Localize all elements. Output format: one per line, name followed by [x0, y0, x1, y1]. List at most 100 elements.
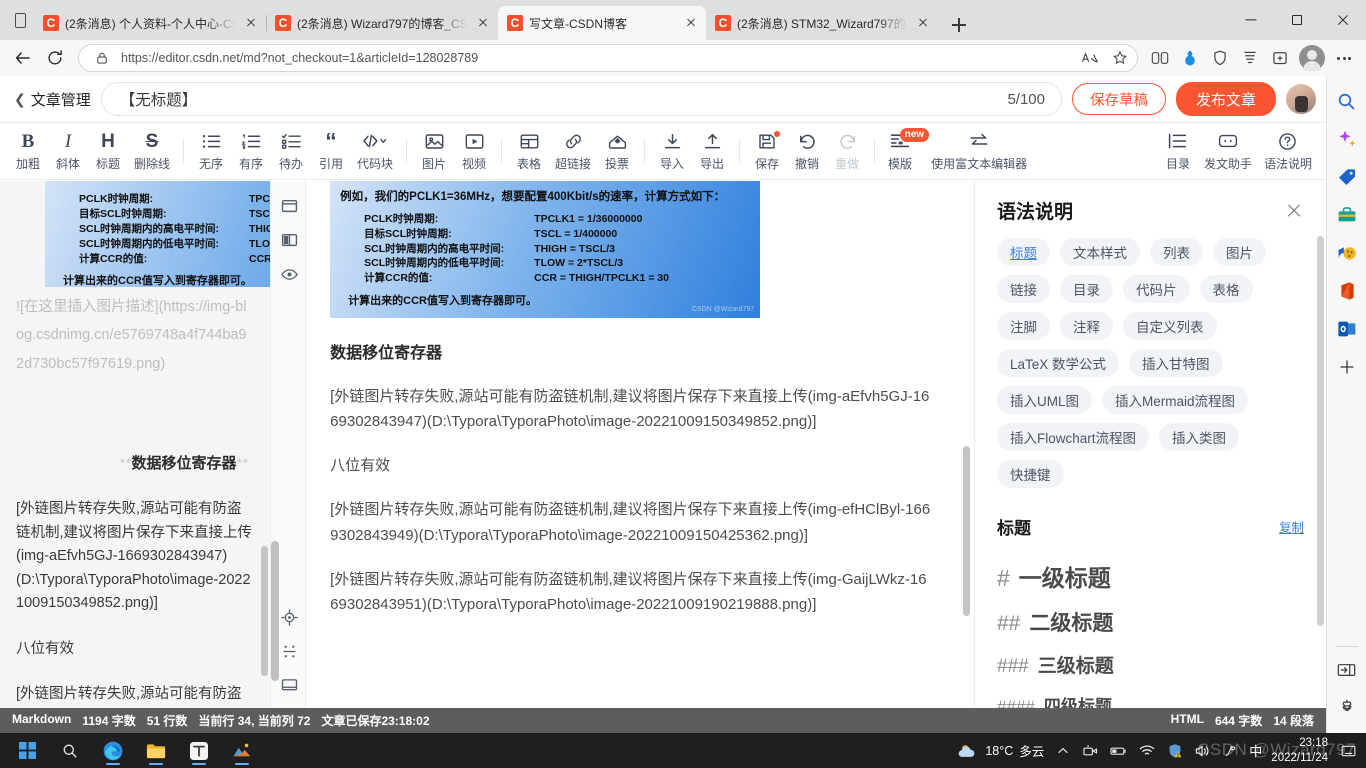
syntax-chip-image[interactable]: 图片: [1213, 238, 1266, 266]
close-icon[interactable]: [1284, 201, 1304, 221]
chevron-up-icon[interactable]: [1053, 741, 1072, 760]
syntax-panel-scrollbar[interactable]: [1317, 236, 1324, 626]
toolbar-heading[interactable]: H 标题: [88, 126, 128, 176]
drag-handle-icon[interactable]: [271, 634, 307, 668]
sync-scroll-icon[interactable]: [271, 600, 307, 634]
syntax-chip-link[interactable]: 链接: [997, 275, 1050, 303]
toolbar-unordered-list[interactable]: 无序: [191, 126, 231, 176]
syntax-chip-text-style[interactable]: 文本样式: [1060, 238, 1140, 266]
browser-tab-active[interactable]: C 写文章-CSDN博客: [498, 6, 706, 40]
tools-icon[interactable]: [1332, 200, 1362, 230]
syntax-chip-custom-list[interactable]: 自定义列表: [1123, 312, 1217, 340]
toolbar-toc[interactable]: 目录: [1158, 126, 1198, 176]
address-bar[interactable]: https://editor.csdn.net/md?not_checkout=…: [78, 44, 1138, 72]
battery-icon[interactable]: [1109, 741, 1128, 760]
close-icon[interactable]: [682, 14, 700, 32]
search-icon[interactable]: [51, 735, 89, 766]
close-icon[interactable]: [914, 14, 932, 32]
maximize-button[interactable]: [1274, 0, 1320, 40]
markdown-source-text[interactable]: PCLK时钟周期: TPCLK1 = 1/36000000 目标SCL时钟周期:…: [0, 181, 271, 708]
settings-gear-icon[interactable]: [1332, 693, 1362, 723]
toolbar-template[interactable]: new 模版: [882, 126, 930, 176]
toolbar-undo[interactable]: 撤销: [787, 126, 827, 176]
split-screen-icon[interactable]: [1146, 44, 1174, 72]
add-icon[interactable]: [1332, 352, 1362, 382]
camera-icon[interactable]: [1081, 741, 1100, 760]
toolbar-todo-list[interactable]: 待办: [271, 126, 311, 176]
back-to-article-management-link[interactable]: ❮ 文章管理: [14, 89, 91, 110]
volume-icon[interactable]: [1193, 741, 1212, 760]
single-column-icon[interactable]: [271, 189, 307, 223]
wifi-icon[interactable]: [1137, 741, 1156, 760]
sidebar-toggle-icon[interactable]: [1332, 655, 1362, 685]
toolbar-italic[interactable]: I 斜体: [48, 126, 88, 176]
publish-article-button[interactable]: 发布文章: [1175, 82, 1276, 116]
browser-tab[interactable]: C (2条消息) Wizard797的博客_CSD: [266, 6, 498, 40]
browser-tab[interactable]: C (2条消息) 个人资料-个人中心-CS: [34, 6, 266, 40]
profile-avatar[interactable]: [1299, 45, 1325, 71]
office-icon[interactable]: [1332, 276, 1362, 306]
syntax-chip-toc[interactable]: 目录: [1060, 275, 1113, 303]
toolbar-syntax-help[interactable]: 语法说明: [1258, 126, 1318, 176]
close-icon[interactable]: [242, 14, 260, 32]
security-warning-icon[interactable]: [1165, 741, 1184, 760]
minimize-button[interactable]: [1228, 0, 1274, 40]
toolbar-redo[interactable]: 重做: [827, 126, 867, 176]
extension-blue-icon[interactable]: [1176, 44, 1204, 72]
pen-icon[interactable]: [1221, 741, 1240, 760]
article-title-input[interactable]: 【无标题】 5/100: [100, 82, 1062, 116]
edge-icon[interactable]: [94, 735, 132, 766]
close-window-button[interactable]: [1320, 0, 1366, 40]
toolbar-rich-text-editor[interactable]: 使用富文本编辑器: [925, 126, 1033, 176]
toolbar-image[interactable]: 图片: [414, 126, 454, 176]
toolbar-bold[interactable]: B 加粗: [8, 126, 48, 176]
syntax-chip-class-diagram[interactable]: 插入类图: [1159, 423, 1240, 451]
syntax-chip-flowchart[interactable]: 插入Flowchart流程图: [997, 423, 1150, 451]
syntax-chip-uml[interactable]: 插入UML图: [997, 386, 1093, 414]
typora-icon[interactable]: [180, 735, 218, 766]
add-collection-icon[interactable]: [1266, 44, 1294, 72]
toolbar-strikethrough[interactable]: S 删除线: [128, 126, 176, 176]
taskbar-clock[interactable]: 23:18 2022/11/24: [1271, 736, 1330, 764]
syntax-chip-heading[interactable]: 标题: [997, 238, 1050, 266]
browser-tab[interactable]: C (2条消息) STM32_Wizard797的博: [706, 6, 938, 40]
more-options-icon[interactable]: [1330, 44, 1358, 72]
toolbar-hyperlink[interactable]: 超链接: [549, 126, 597, 176]
user-avatar[interactable]: [1286, 84, 1316, 114]
toolbar-import[interactable]: 导入: [652, 126, 692, 176]
close-icon[interactable]: [474, 14, 492, 32]
toolbar-vote[interactable]: 投票: [597, 126, 637, 176]
syntax-chip-footnote[interactable]: 注脚: [997, 312, 1050, 340]
syntax-chip-annotation[interactable]: 注释: [1060, 312, 1113, 340]
collections-icon[interactable]: [1236, 44, 1264, 72]
preview-pane[interactable]: 例如，我们的PCLK1=36MHz，想要配置400Kbit/s的速率，计算方式如…: [306, 181, 974, 708]
toolbar-quote[interactable]: “ 引用: [311, 126, 351, 176]
weather-widget[interactable]: 18°C 多云: [957, 741, 1044, 760]
toolbar-post-assistant[interactable]: 发文助手: [1198, 126, 1258, 176]
read-aloud-icon[interactable]: [1079, 47, 1101, 69]
markdown-pane-scrollbar[interactable]: [261, 546, 269, 676]
refresh-icon[interactable]: [40, 43, 70, 73]
search-icon[interactable]: [1332, 86, 1362, 116]
preview-eye-icon[interactable]: [271, 257, 307, 291]
syntax-chip-gantt[interactable]: 插入甘特图: [1129, 349, 1223, 377]
start-icon[interactable]: [8, 735, 46, 766]
file-explorer-icon[interactable]: [137, 735, 175, 766]
toolbar-table[interactable]: 表格: [509, 126, 549, 176]
syntax-chip-list[interactable]: 列表: [1150, 238, 1203, 266]
shopping-tag-icon[interactable]: [1332, 162, 1362, 192]
games-icon[interactable]: [1332, 238, 1362, 268]
tab-actions-icon[interactable]: [6, 0, 34, 40]
new-tab-button[interactable]: [944, 10, 974, 40]
toolbar-export[interactable]: 导出: [692, 126, 732, 176]
shield-icon[interactable]: [1206, 44, 1234, 72]
app-icon[interactable]: [223, 735, 261, 766]
ime-indicator[interactable]: 中: [1249, 741, 1262, 760]
copy-button[interactable]: 复制: [1279, 517, 1304, 536]
syntax-chip-table[interactable]: 表格: [1199, 275, 1253, 303]
toolbar-ordered-list[interactable]: 有序: [231, 126, 271, 176]
back-arrow-icon[interactable]: [8, 43, 38, 73]
preview-pane-scrollbar[interactable]: [963, 446, 970, 616]
outlook-icon[interactable]: [1332, 314, 1362, 344]
syntax-chip-shortcuts[interactable]: 快捷键: [997, 460, 1064, 488]
